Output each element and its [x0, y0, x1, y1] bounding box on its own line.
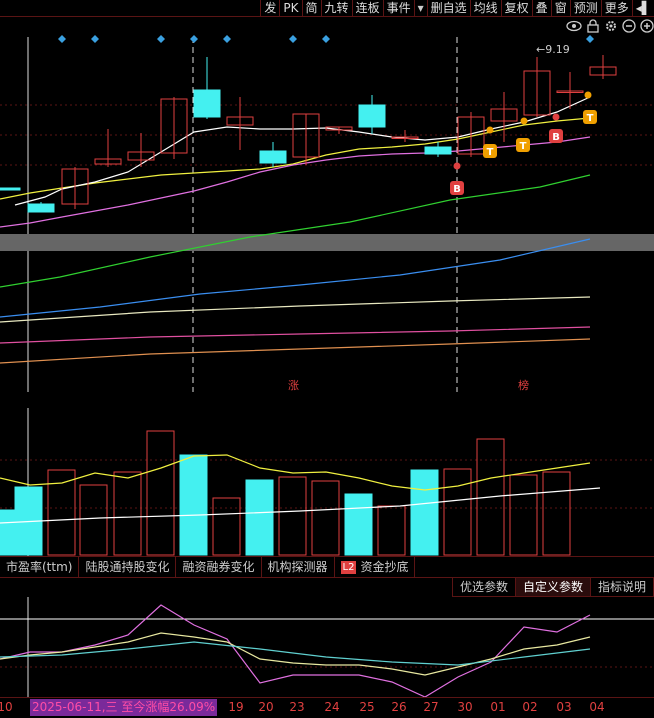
toolbar-item-12[interactable]: 预测: [569, 0, 601, 16]
event-mark: 榜: [518, 378, 529, 392]
diamond-mark: [190, 35, 198, 43]
date-label: 04: [589, 700, 605, 714]
price-chart[interactable]: ←9.19 B B T T T 涨 榜: [0, 17, 654, 405]
diamond-mark: [322, 35, 330, 43]
date-label: 20: [258, 700, 274, 714]
toolbar-item-10[interactable]: 叠: [531, 0, 551, 16]
toolbar-item-6[interactable]: ▾: [413, 0, 427, 16]
tp-badge-text: T: [587, 113, 594, 124]
diamond-mark: [223, 35, 231, 43]
date-label: 10: [0, 700, 13, 714]
high-label: ←9.19: [536, 43, 570, 56]
indicator-tab-2[interactable]: 融资融券变化: [176, 557, 262, 577]
ma-dot: [520, 117, 528, 125]
diamond-mark: [586, 35, 594, 43]
date-label: 03: [556, 700, 572, 714]
buy-badge-text: B: [453, 184, 461, 195]
candles: [0, 55, 617, 213]
candle-body: [193, 89, 221, 118]
ma-line: [0, 641, 591, 666]
tp-badge-text: T: [520, 141, 527, 152]
oscillator-chart[interactable]: [0, 597, 654, 697]
toolbar-item-13[interactable]: 更多: [600, 0, 632, 16]
date-label: 23: [289, 700, 305, 714]
indicator-tab-1[interactable]: 陆股通持股变化: [79, 557, 177, 577]
gray-band: [0, 234, 654, 251]
volume-bar: [311, 480, 340, 556]
toolbar-item-4[interactable]: 连板: [351, 0, 383, 16]
date-tooltip: 2025-06-11,三 至今涨幅26.09%: [30, 699, 218, 716]
volume-bars: [0, 408, 654, 556]
toolbar-item-11[interactable]: 窗: [550, 0, 570, 16]
param-button-1[interactable]: 自定义参数: [514, 577, 591, 597]
signal-dot: [453, 162, 461, 170]
indicator-tab-3[interactable]: 机构探测器: [262, 557, 335, 577]
toolbar-item-2[interactable]: 简: [301, 0, 321, 16]
date-label: 02: [522, 700, 538, 714]
ma-line: [0, 296, 591, 323]
volume-bar: [146, 430, 175, 556]
volume-bar: [79, 484, 108, 556]
candle-body: [424, 146, 452, 155]
ma-line: [0, 326, 591, 344]
date-label: 30: [457, 700, 473, 714]
volume-bar: [410, 469, 439, 556]
date-label: 27: [423, 700, 439, 714]
toolbar-item-3[interactable]: 九转: [320, 0, 352, 16]
volume-bar: [377, 505, 406, 556]
toolbar-item-7[interactable]: 删自选: [426, 0, 470, 16]
diamond-mark: [91, 35, 99, 43]
ma-dot: [486, 126, 494, 134]
signal-dot: [552, 113, 560, 121]
indicator-tab-bar: 市盈率(ttm) 陆股通持股变化 融资融券变化 机构探测器 L2 资金抄底: [0, 556, 654, 578]
date-label: 24: [324, 700, 340, 714]
ma-line: [0, 338, 591, 364]
toolbar-item-0[interactable]: 发: [260, 0, 279, 16]
toolbar-item-5[interactable]: 事件: [382, 0, 414, 16]
date-axis: 2025-06-11,三 至今涨幅26.09% 10 19 20 23 24 25 26 27…: [0, 697, 654, 718]
volume-bar: [212, 497, 241, 556]
volume-bar: [443, 468, 472, 556]
volume-bar: [113, 471, 142, 556]
indicator-tab-4[interactable]: L2 资金抄底: [335, 557, 416, 577]
ma-line: [0, 632, 591, 676]
volume-bar: [245, 479, 274, 556]
diamond-mark: [58, 35, 66, 43]
candle-body: [358, 104, 386, 128]
price-tick: [0, 188, 8, 190]
buy-badge-text: B: [552, 132, 560, 143]
volume-bar: [278, 476, 307, 556]
toolbar-item-14[interactable]: ◂▌: [631, 0, 654, 16]
top-toolbar: 发 PK 简九转 连板 事件 ▾ 删自选 均线 复权叠窗预测 更多 ◂▌: [0, 0, 654, 17]
toolbar-item-8[interactable]: 均线: [469, 0, 501, 16]
event-mark: 涨: [288, 379, 299, 392]
volume-bar: [179, 454, 208, 556]
diamond-mark: [289, 35, 297, 43]
ma-dot: [584, 91, 592, 99]
moving-average-lines: [0, 96, 591, 364]
date-label: 19: [228, 700, 244, 714]
param-button-2[interactable]: 指标说明: [589, 577, 654, 597]
toolbar-item-1[interactable]: PK: [279, 0, 301, 16]
oscillator-lines: [0, 597, 654, 697]
date-label: 25: [359, 700, 375, 714]
tp-badge-text: T: [487, 147, 494, 158]
price-grid: [0, 35, 654, 392]
indicator-tab-0[interactable]: 市盈率(ttm): [0, 557, 80, 577]
volume-bar: [542, 471, 571, 556]
candle-body: [27, 203, 55, 213]
diamond-mark: [157, 35, 165, 43]
toolbar-item-9[interactable]: 复权: [500, 0, 532, 16]
l2-badge: L2: [340, 560, 357, 574]
date-label: 01: [490, 700, 506, 714]
volume-chart[interactable]: [0, 408, 654, 556]
volume-bar: [344, 493, 373, 556]
param-button-bar: 优选参数 自定义参数 指标说明: [0, 577, 654, 597]
candle-body: [259, 150, 287, 164]
param-button-0[interactable]: 优选参数: [451, 577, 516, 597]
volume-bar: [509, 474, 538, 556]
date-label: 26: [391, 700, 407, 714]
